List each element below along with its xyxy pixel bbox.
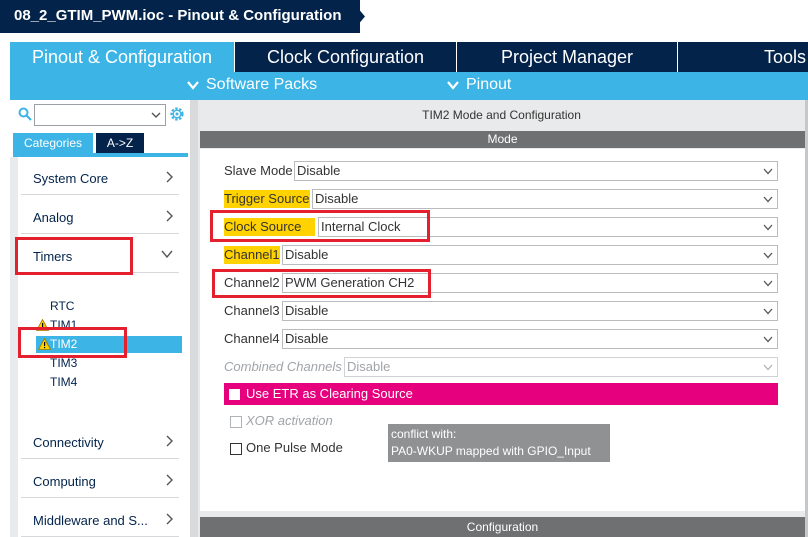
label-channel3: Channel3 xyxy=(224,303,280,318)
tab-label: Categories xyxy=(23,136,83,150)
conflict-tooltip: conflict with: PA0-WKUP mapped with GPIO… xyxy=(388,424,610,462)
etr-clearing-checkbox[interactable] xyxy=(229,389,240,400)
title-bar: 08_2_GTIM_PWM.ioc - Pinout & Configurati… xyxy=(0,0,808,33)
chevron-down-icon xyxy=(187,81,199,90)
tabs-gap xyxy=(0,42,10,72)
category-connectivity[interactable]: Connectivity xyxy=(21,421,179,459)
software-packs-label: Software Packs xyxy=(206,76,318,93)
timer-item-rtc[interactable]: RTC xyxy=(50,299,74,313)
search-icon[interactable] xyxy=(18,107,32,121)
one-pulse-mode-checkbox[interactable] xyxy=(230,443,242,455)
chevron-down-icon xyxy=(763,224,773,231)
tab-clock-configuration[interactable]: Clock Configuration xyxy=(235,42,456,72)
category-computing[interactable]: Computing xyxy=(21,460,179,498)
tab-project-manager[interactable]: Project Manager xyxy=(457,42,677,72)
chevron-down-icon xyxy=(763,252,773,259)
label-combined-channels: Combined Channels xyxy=(224,359,342,374)
xor-activation-label: XOR activation xyxy=(246,413,333,428)
pinout-menu[interactable]: Pinout xyxy=(446,76,511,94)
xor-activation-checkbox xyxy=(230,416,242,428)
chevron-down-icon xyxy=(161,250,173,258)
chevron-down-icon xyxy=(763,364,773,371)
breadcrumb-file[interactable]: 08_2_GTIM_PWM.ioc - Pinout & Configurati… xyxy=(0,0,360,33)
panel-title: TIM2 Mode and Configuration xyxy=(422,108,581,122)
select-channel1[interactable]: Disable xyxy=(282,245,778,265)
select-channel4[interactable]: Disable xyxy=(282,329,778,349)
configuration-header[interactable]: Configuration xyxy=(200,517,805,537)
etr-clearing-row[interactable]: Use ETR as Clearing Source xyxy=(224,383,778,405)
one-pulse-mode-label: One Pulse Mode xyxy=(246,440,343,455)
chevron-right-icon xyxy=(166,171,173,183)
left-gutter xyxy=(10,157,18,537)
chevron-right-icon xyxy=(166,210,173,222)
chevron-down-icon xyxy=(763,280,773,287)
timer-item-tim3[interactable]: TIM3 xyxy=(50,356,77,370)
category-label: System Core xyxy=(33,171,109,186)
chevron-down-icon xyxy=(151,112,161,118)
label-slave-mode: Slave Mode xyxy=(224,163,293,178)
sub-navigation: Software Packs Pinout xyxy=(10,72,808,100)
tab-a-z[interactable]: A->Z xyxy=(96,133,144,153)
category-label: Middleware and S... xyxy=(33,513,148,528)
tab-categories[interactable]: Categories xyxy=(13,133,93,153)
tab-label: A->Z xyxy=(106,136,134,150)
select-value: Disable xyxy=(285,303,329,318)
tab-label: Project Manager xyxy=(500,46,634,67)
select-value: Disable xyxy=(297,163,341,178)
tab-pinout-configuration[interactable]: Pinout & Configuration xyxy=(10,42,234,72)
panel-divider[interactable] xyxy=(190,100,198,537)
chevron-right-icon xyxy=(166,435,173,447)
left-panel: Categories A->Z System Core Analog Timer… xyxy=(10,100,190,537)
tab-label: Pinout & Configuration xyxy=(31,46,213,67)
select-value: Disable xyxy=(347,359,391,374)
software-packs-menu[interactable]: Software Packs xyxy=(186,76,317,94)
chevron-down-icon xyxy=(763,168,773,175)
select-slave-mode[interactable]: Disable xyxy=(294,161,778,181)
etr-clearing-label: Use ETR as Clearing Source xyxy=(246,386,413,401)
annotation-box-tim2 xyxy=(18,327,127,358)
chevron-right-icon xyxy=(166,513,173,525)
select-value: Disable xyxy=(285,331,329,346)
category-label: Computing xyxy=(33,474,96,489)
select-channel3[interactable]: Disable xyxy=(282,301,778,321)
chevron-down-icon xyxy=(763,336,773,343)
category-analog[interactable]: Analog xyxy=(21,196,179,234)
gear-icon[interactable] xyxy=(168,105,186,123)
chevron-down-icon xyxy=(763,308,773,315)
category-label: Analog xyxy=(33,210,74,225)
chevron-down-icon xyxy=(763,196,773,203)
label-channel1: Channel1 xyxy=(224,246,280,264)
tab-tools[interactable]: Tools xyxy=(678,42,808,72)
tab-label: Tools xyxy=(764,46,807,67)
window-title: 08_2_GTIM_PWM.ioc - Pinout & Configurati… xyxy=(14,7,342,24)
label-channel4: Channel4 xyxy=(224,331,280,346)
chevron-down-icon xyxy=(447,81,459,90)
chevron-right-icon xyxy=(166,474,173,486)
select-value: Disable xyxy=(315,191,359,206)
tooltip-line: PA0-WKUP mapped with GPIO_Input xyxy=(391,444,591,458)
label-trigger-source: Trigger Source xyxy=(224,190,310,208)
breadcrumb-chevron-icon xyxy=(344,0,365,33)
category-label: Connectivity xyxy=(33,435,104,450)
tooltip-line: conflict with: xyxy=(391,427,457,441)
select-value: Disable xyxy=(285,247,329,262)
main-tabs: Pinout & Configuration Clock Configurati… xyxy=(0,42,808,72)
category-system-core[interactable]: System Core xyxy=(21,157,179,195)
category-middleware[interactable]: Middleware and S... xyxy=(21,499,179,537)
mode-header[interactable]: Mode xyxy=(200,131,805,148)
annotation-box-clock-source xyxy=(210,210,430,242)
select-combined-channels: Disable xyxy=(344,357,778,377)
tab-label: Clock Configuration xyxy=(266,46,425,67)
annotation-box-channel2 xyxy=(212,269,431,298)
pinout-label: Pinout xyxy=(466,76,512,93)
search-input[interactable] xyxy=(34,104,166,126)
select-trigger-source[interactable]: Disable xyxy=(312,189,778,209)
annotation-box-timers xyxy=(15,237,133,275)
timer-item-tim4[interactable]: TIM4 xyxy=(50,375,77,389)
